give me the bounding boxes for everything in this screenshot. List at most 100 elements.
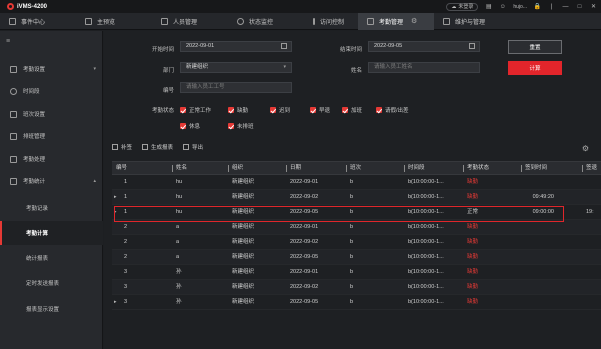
status-checkbox-unscheduled[interactable]: 未排班 <box>228 122 254 130</box>
cell-id: 1 <box>124 194 128 200</box>
menu-icon[interactable]: ≡ <box>6 38 10 45</box>
start-time-input[interactable]: 2022-09-01 <box>180 41 292 52</box>
generate-report-button[interactable]: 生成报表 <box>142 143 173 151</box>
calendar-icon[interactable] <box>281 43 287 49</box>
attendance-table: 编号 姓名 组织 日期 班次 时间段 考勤状态 签到时间 签退 1 hu 新建组织 2… <box>112 161 601 310</box>
checkbox-checked-icon <box>228 107 234 113</box>
cell-status: 缺勤 <box>467 194 479 200</box>
table-row[interactable]: 3 孙 新建组织 2022-09-02 b b(10:00:00-1... 缺勤 <box>112 280 601 295</box>
sidebar-sub-statistics-reports[interactable]: 统计报表 <box>0 246 103 270</box>
col-header-date[interactable]: 日期 <box>285 162 301 175</box>
cell-date: 2022-09-01 <box>290 224 319 230</box>
cell-period: b(10:00:00-1... <box>408 194 444 200</box>
notification-icon[interactable]: ▤ <box>485 3 492 10</box>
calendar-icon[interactable] <box>469 43 475 49</box>
status-checkbox-late[interactable]: 迟到 <box>270 106 290 114</box>
col-header-name[interactable]: 姓名 <box>171 162 187 175</box>
employee-id-input[interactable]: 请输入员工工号 <box>180 82 292 93</box>
sidebar-sub-report-display-settings[interactable]: 报表显示设置 <box>0 297 103 321</box>
col-header-checkin[interactable]: 签到时间 <box>520 162 547 175</box>
cell-name: a <box>176 239 180 245</box>
status-checkbox-rest[interactable]: 休息 <box>180 122 200 130</box>
sidebar-item-shift-settings[interactable]: 班次设置 <box>0 104 103 124</box>
sidebar-sub-attendance-calculation[interactable]: 考勤计算 <box>0 221 103 245</box>
cell-date: 2022-09-05 <box>290 209 319 215</box>
end-time-input[interactable]: 2022-09-05 <box>368 41 480 52</box>
status-checkbox-normal[interactable]: 正常工作 <box>180 106 211 114</box>
cell-checkin <box>512 265 554 280</box>
cell-checkin: 09:00:00 <box>532 209 554 215</box>
sidebar-sub-attendance-records[interactable]: 考勤记录 <box>0 196 103 220</box>
minimize-icon[interactable]: — <box>562 3 569 10</box>
cell-date: 2022-09-02 <box>290 284 319 290</box>
main-content: 开始时间 2022-09-01 结束时间 2022-09-05 重置 部门 新建… <box>104 31 601 349</box>
status-checkbox-overtime[interactable]: 加班 <box>342 106 362 114</box>
status-checkbox-leave[interactable]: 请假/出差 <box>376 106 409 114</box>
column-settings-gear-icon[interactable]: ⚙ <box>582 144 589 153</box>
cell-checkout <box>586 235 600 250</box>
nav-main-preview[interactable]: 主预览 <box>76 13 152 30</box>
sidebar-item-attendance-settings[interactable]: 考勤设置 ▾ <box>0 59 103 79</box>
col-header-shift[interactable]: 班次 <box>345 162 361 175</box>
table-row[interactable]: ▸ 3 孙 新建组织 2022-09-05 b b(10:00:00-1... 缺勤 <box>112 295 601 310</box>
maximize-icon[interactable]: □ <box>576 3 583 10</box>
checkbox-checked-icon <box>228 123 234 129</box>
nav-attendance-management[interactable]: 考勤管理 ⚙ <box>358 12 434 30</box>
status-checkbox-early-leave[interactable]: 早退 <box>310 106 330 114</box>
col-header-status[interactable]: 考勤状态 <box>462 162 489 175</box>
name-input[interactable]: 请输入员工姓名 <box>368 62 480 73</box>
export-button[interactable]: 导出 <box>183 143 203 151</box>
cell-status: 缺勤 <box>467 239 479 245</box>
table-row[interactable]: 2 a 新建组织 2022-09-05 b b(10:00:00-1... 缺勤 <box>112 250 601 265</box>
cell-checkout <box>586 265 600 280</box>
cell-id: 2 <box>124 239 128 245</box>
col-header-period[interactable]: 时间段 <box>404 162 425 175</box>
settings-icon <box>10 65 17 73</box>
table-row[interactable]: 2 a 新建组织 2022-09-02 b b(10:00:00-1... 缺勤 <box>112 235 601 250</box>
close-icon[interactable]: ✕ <box>590 3 597 10</box>
reset-button[interactable]: 重置 <box>508 40 562 54</box>
col-header-checkout[interactable]: 签退 <box>581 162 597 175</box>
checkbox-checked-icon <box>376 107 382 113</box>
table-row[interactable]: ▸ 1 hu 新建组织 2022-09-02 b b(10:00:00-1... 缺勤 09:4… <box>112 190 601 205</box>
sidebar-item-schedule-management[interactable]: 排班管理 <box>0 126 103 146</box>
supplement-sign-button[interactable]: 补签 <box>112 143 132 151</box>
sidebar-item-time-period[interactable]: 时间段 <box>0 81 103 101</box>
table-row[interactable]: ▸ 1 hu 新建组织 2022-09-05 b b(10:00:00-1... 正常 09:0… <box>112 205 601 220</box>
cell-period: b(10:00:00-1... <box>408 224 444 230</box>
nav-person-management[interactable]: 人员管理 <box>152 13 228 30</box>
cell-checkin <box>512 295 554 310</box>
login-status-button[interactable]: ☁ 未登录 <box>446 2 479 11</box>
event-center-icon <box>9 17 16 25</box>
status-checkbox-absent[interactable]: 缺勤 <box>228 106 248 114</box>
department-label: 部门 <box>162 68 174 74</box>
nav-status-monitor[interactable]: 状态监控 <box>228 13 304 30</box>
sidebar-item-attendance-processing[interactable]: 考勤处理 <box>0 149 103 169</box>
nav-event-center[interactable]: 事件中心 <box>0 13 76 30</box>
table-row[interactable]: 3 孙 新建组织 2022-09-01 b b(10:00:00-1... 缺勤 <box>112 265 601 280</box>
app-logo: iVMS-4200 <box>7 3 47 10</box>
row-expand-icon[interactable]: ▸ <box>114 295 117 310</box>
sidebar-item-attendance-statistics[interactable]: 考勤统计 ▴ <box>0 171 103 191</box>
col-header-org[interactable]: 组织 <box>227 162 243 175</box>
sidebar-sub-scheduled-reports[interactable]: 定时发送报表 <box>0 271 103 295</box>
row-expand-icon[interactable]: ▸ <box>114 205 117 220</box>
lock-icon[interactable]: 🔒 <box>534 3 541 10</box>
user-icon[interactable]: ☺ <box>499 3 506 10</box>
calculate-button[interactable]: 计算 <box>508 61 562 75</box>
nav-maintenance[interactable]: 维护与管理 <box>434 13 510 30</box>
gear-icon[interactable]: ⚙ <box>411 17 417 25</box>
table-row[interactable]: 1 hu 新建组织 2022-09-01 b b(10:00:00-1... 缺勤 <box>112 175 601 190</box>
nav-access-control[interactable]: 访问控制 <box>304 13 354 30</box>
cell-org: 新建组织 <box>232 269 255 275</box>
checkbox-checked-icon <box>342 107 348 113</box>
checkbox-checked-icon <box>310 107 316 113</box>
title-bar-controls: ☁ 未登录 ▤ ☺ hujo... 🔒 | — □ ✕ <box>446 0 597 13</box>
department-select[interactable]: 新建组织 ▾ <box>180 62 292 73</box>
schedule-icon <box>10 132 17 140</box>
table-row[interactable]: 2 a 新建组织 2022-09-01 b b(10:00:00-1... 缺勤 <box>112 220 601 235</box>
col-header-id[interactable]: 编号 <box>116 162 127 175</box>
row-expand-icon[interactable]: ▸ <box>114 190 117 205</box>
chevron-down-icon: ▾ <box>93 66 96 72</box>
username-label[interactable]: hujo... <box>513 4 527 10</box>
